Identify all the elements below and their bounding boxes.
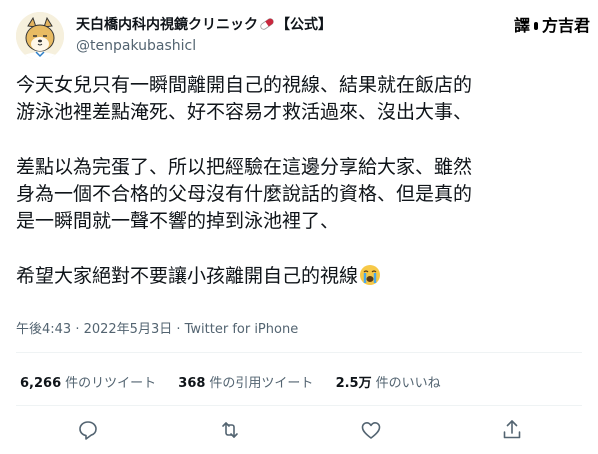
reply-icon[interactable] <box>76 418 100 442</box>
like-stat[interactable]: 2.5万 件のいいね <box>336 376 441 391</box>
retweet-count: 6,266 <box>20 376 62 391</box>
tweet-timestamp[interactable]: 午後4:43 · 2022年5月3日 · Twitter for iPhone <box>16 318 298 337</box>
avatar[interactable] <box>16 12 64 60</box>
display-name-text: 天白橋内科内視鏡クリニック <box>76 17 258 33</box>
retweet-stat[interactable]: 6,266 件のリツイート <box>20 376 156 391</box>
crying-face-emoji-icon <box>359 264 381 294</box>
share-icon[interactable] <box>500 418 524 442</box>
action-bar <box>0 418 598 442</box>
quote-count: 368 <box>178 376 206 391</box>
translator-badge: 譯方吉君 <box>514 12 590 36</box>
tweet-line: 差點以為完蛋了、所以把經驗在這邊分享給大家、雖然 <box>16 156 473 178</box>
pill-emoji-icon <box>259 17 275 35</box>
user-handle[interactable]: @tenpakubashicl <box>76 38 196 54</box>
tweet-line: 是一瞬間就一聲不響的掉到泳池裡了、 <box>16 210 340 232</box>
divider <box>16 405 582 406</box>
translator-name: 方吉君 <box>541 16 590 35</box>
retweet-icon[interactable] <box>218 418 242 442</box>
tweet-line: 游泳池裡差點淹死、好不容易才救活過來、沒出大事、 <box>16 101 473 123</box>
official-suffix: 【公式】 <box>276 17 332 33</box>
shiba-dog-avatar-image <box>16 12 64 60</box>
tweet-line: 今天女兒只有一瞬間離開自己的視線、結果就在飯店的 <box>16 74 473 96</box>
tweet-text: 今天女兒只有一瞬間離開自己的視線、結果就在飯店的 游泳池裡差點淹死、好不容易才救… <box>16 72 584 294</box>
quote-stat[interactable]: 368 件の引用ツイート <box>178 376 313 391</box>
quote-label: 件の引用ツイート <box>209 376 314 391</box>
translator-label: 譯 <box>513 16 530 35</box>
separator-icon <box>533 22 538 30</box>
engagement-stats: 6,266 件のリツイート 368 件の引用ツイート 2.5万 件のいいね <box>20 372 459 391</box>
tweet-line: 身為一個不合格的父母沒有什麼說話的資格、但是真的 <box>16 183 473 205</box>
retweet-label: 件のリツイート <box>65 376 157 391</box>
tweet-line: 希望大家絕對不要讓小孩離開自己的視線 <box>16 265 359 287</box>
divider <box>16 352 582 353</box>
like-count: 2.5万 <box>335 376 372 391</box>
like-icon[interactable] <box>359 418 383 442</box>
like-label: 件のいいね <box>375 376 441 391</box>
display-name[interactable]: 天白橋内科内視鏡クリニック 【公式】 <box>76 14 332 35</box>
tweet-line-last: 希望大家絕對不要讓小孩離開自己的視線 <box>16 263 584 294</box>
